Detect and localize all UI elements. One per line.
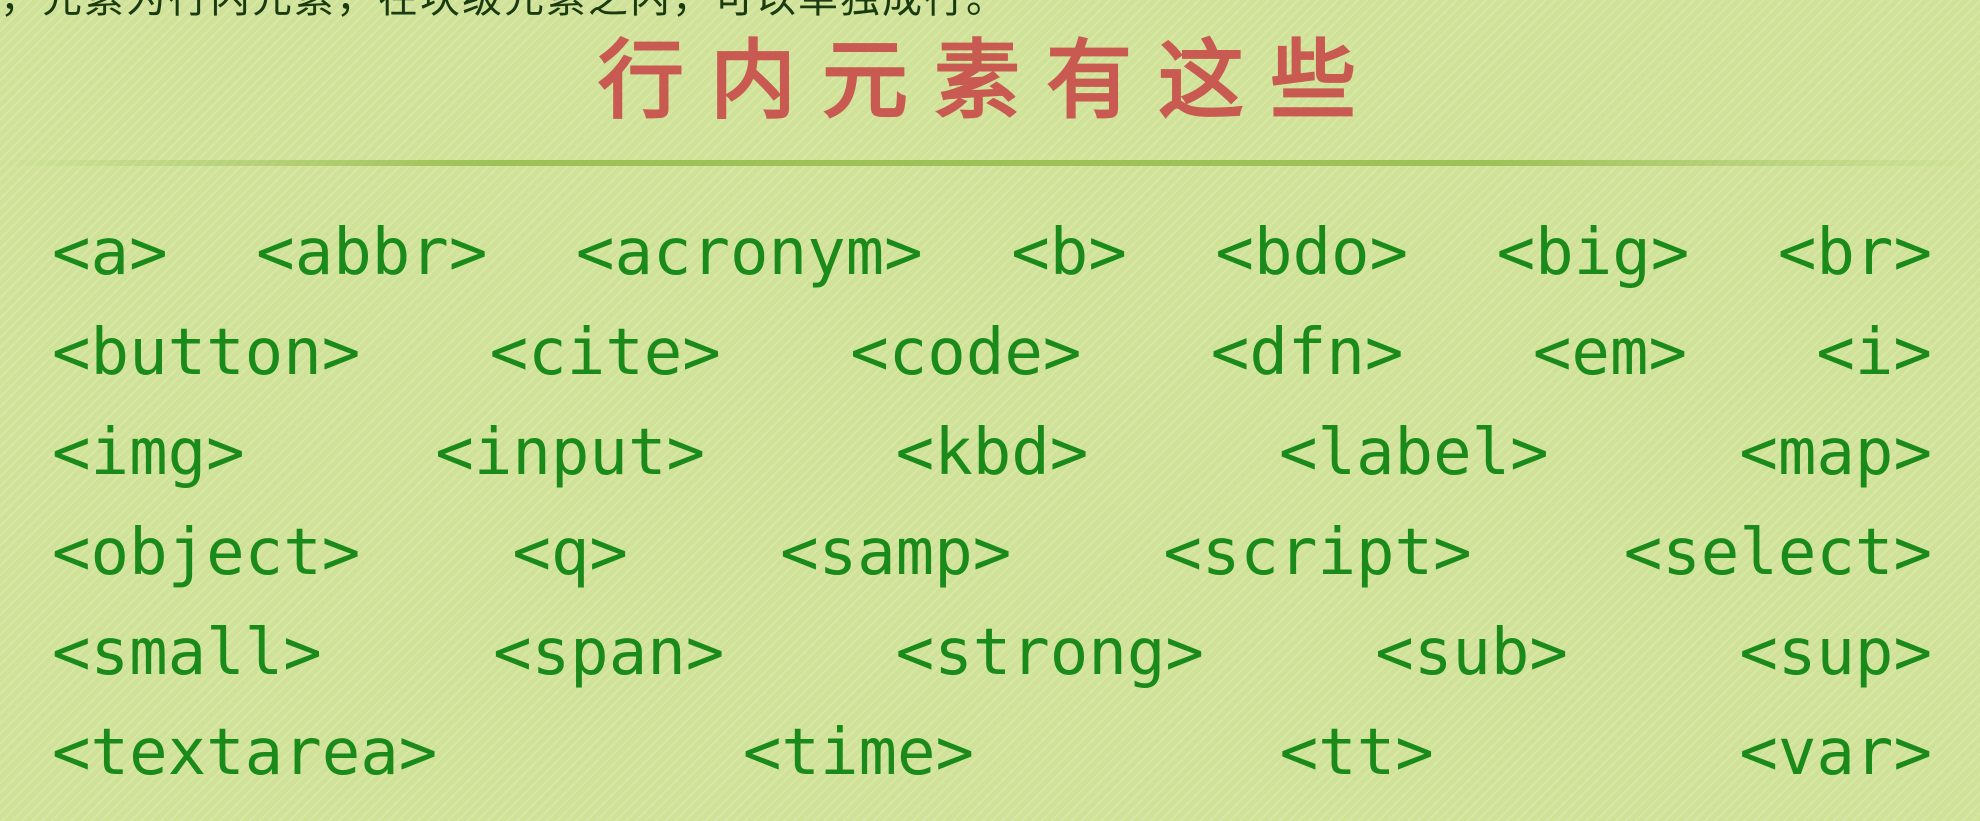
tag-sup: <sup> <box>1739 616 1932 690</box>
tag-span: <span> <box>493 616 725 690</box>
tag-line-1: <a> <abbr> <acronym> <b> <bdo> <big> <br… <box>52 203 1932 303</box>
tag-acronym: <acronym> <box>575 216 923 290</box>
tag-strong: <strong> <box>895 616 1204 690</box>
tag-map: <map> <box>1739 416 1932 490</box>
tag-a: <a> <box>52 216 168 290</box>
tag-br: <br> <box>1777 216 1932 290</box>
tag-img: <img> <box>52 416 245 490</box>
title-divider <box>0 160 1980 166</box>
tag-big: <big> <box>1496 216 1690 290</box>
tag-q: <q> <box>512 516 628 590</box>
tag-line-4: <object> <q> <samp> <script> <select> <box>52 503 1932 603</box>
tag-object: <object> <box>52 516 361 590</box>
tag-button: <button> <box>52 316 361 390</box>
header-text-fragment: ，元素为行内元素，在块级元素之内，可以单独成行。 <box>0 0 1008 22</box>
tag-select: <select> <box>1623 516 1932 590</box>
tag-kbd: <kbd> <box>895 416 1089 490</box>
tag-cite: <cite> <box>489 316 721 390</box>
tag-abbr: <abbr> <box>256 216 488 290</box>
tag-sub: <sub> <box>1375 616 1568 690</box>
tag-em: <em> <box>1532 316 1687 390</box>
tag-tt: <tt> <box>1279 716 1434 790</box>
tag-line-3: <img> <input> <kbd> <label> <map> <box>52 403 1932 503</box>
tag-var: <var> <box>1739 716 1932 790</box>
tag-bdo: <bdo> <box>1215 216 1409 290</box>
tag-line-2: <button> <cite> <code> <dfn> <em> <i> <box>52 303 1932 403</box>
tag-script: <script> <box>1163 516 1472 590</box>
tag-dfn: <dfn> <box>1210 316 1404 390</box>
tag-i: <i> <box>1816 316 1932 390</box>
slide-title: 行内元素有这些 <box>598 30 1382 131</box>
tag-b: <b> <box>1011 216 1127 290</box>
tag-textarea: <textarea> <box>52 716 438 790</box>
tag-label: <label> <box>1278 416 1549 490</box>
tag-line-6: <textarea> <time> <tt> <var> <box>52 703 1932 803</box>
tag-code: <code> <box>850 316 1082 390</box>
tag-input: <input> <box>435 416 706 490</box>
tag-line-5: <small> <span> <strong> <sub> <sup> <box>52 603 1932 703</box>
tag-time: <time> <box>742 716 975 790</box>
tag-samp: <samp> <box>780 516 1012 590</box>
tag-small: <small> <box>52 616 322 690</box>
inline-tag-list: <a> <abbr> <acronym> <b> <bdo> <big> <br… <box>52 203 1932 803</box>
